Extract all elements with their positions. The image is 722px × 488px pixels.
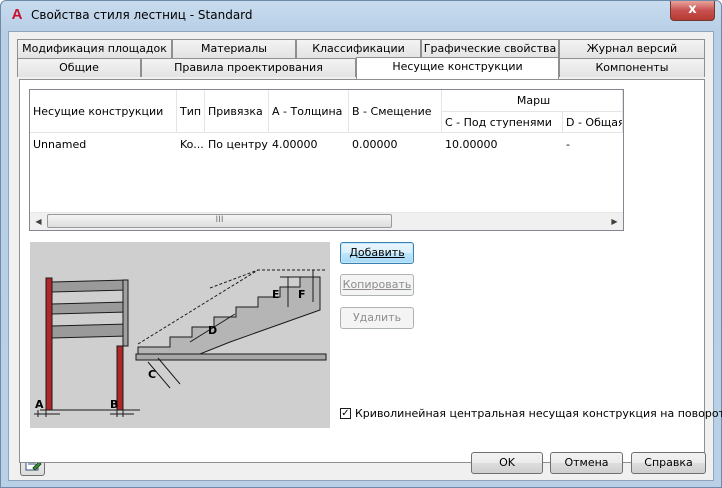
tab-graphic-properties[interactable]: Графические свойства: [421, 39, 559, 58]
tab-version-history[interactable]: Журнал версий: [559, 39, 705, 58]
column-header-thickness[interactable]: A - Толщина: [269, 90, 349, 133]
column-header-under-treads[interactable]: C - Под ступенями: [442, 112, 563, 133]
diagram-label-e: E: [272, 288, 280, 301]
dialog-window: A Свойства стиля лестниц - Standard x Мо…: [0, 0, 722, 488]
scroll-grip: III: [215, 215, 224, 225]
delete-button[interactable]: Удалить: [340, 307, 414, 329]
cell-justification[interactable]: По центру: [205, 138, 269, 151]
horizontal-scrollbar[interactable]: ◀ III ▶: [30, 212, 623, 230]
cell-total[interactable]: -: [563, 138, 623, 151]
scroll-thumb[interactable]: III: [47, 214, 392, 228]
stringers-grid[interactable]: Несущие конструкции Тип Привязка A - Тол…: [29, 89, 624, 231]
cell-under-treads[interactable]: 10.00000: [442, 138, 563, 151]
copy-button-label: Копировать: [342, 278, 412, 291]
cell-thickness[interactable]: 4.00000: [269, 138, 349, 151]
tab-classifications[interactable]: Классификации: [296, 39, 421, 58]
column-header-stringers[interactable]: Несущие конструкции: [30, 90, 177, 133]
cell-type[interactable]: Ko...: [177, 138, 205, 151]
diagram-label-d: D: [208, 324, 217, 337]
curved-stringer-option[interactable]: ✓ Криволинейная центральная несущая конс…: [340, 407, 722, 420]
column-header-total[interactable]: D - Общая: [563, 112, 623, 133]
column-group-header-flight: Марш: [442, 90, 623, 112]
diagram-label-c: C: [148, 368, 156, 381]
window-title: Свойства стиля лестниц - Standard: [31, 8, 253, 22]
diagram-label-a: A: [35, 398, 44, 411]
diagram-label-f: F: [298, 288, 306, 301]
scroll-left-icon[interactable]: ◀: [30, 213, 47, 230]
column-header-justification[interactable]: Привязка: [205, 90, 269, 133]
cell-name[interactable]: Unnamed: [30, 138, 177, 151]
curved-stringer-checkbox[interactable]: ✓: [340, 408, 351, 419]
column-header-type[interactable]: Тип: [177, 90, 205, 133]
add-button-label: Добавить: [349, 246, 405, 259]
tab-general[interactable]: Общие: [17, 58, 141, 77]
dialog-client-area: Модификация площадок Материалы Классифик…: [8, 31, 722, 481]
stringer-diagram-svg: A B C D E F: [34, 269, 327, 417]
diagram-label-b: B: [110, 398, 118, 411]
column-header-offset[interactable]: B - Смещение: [349, 90, 442, 133]
tab-design-rules[interactable]: Правила проектирования: [141, 58, 356, 77]
close-icon: x: [688, 2, 697, 17]
help-button[interactable]: Справка: [631, 452, 706, 474]
stringer-diagram: A B C D E F: [30, 242, 330, 428]
close-button[interactable]: x: [670, 1, 715, 21]
tab-components[interactable]: Компоненты: [559, 58, 705, 77]
tab-site-modification[interactable]: Модификация площадок: [17, 39, 172, 58]
cancel-button[interactable]: Отмена: [550, 452, 623, 474]
curved-stringer-label: Криволинейная центральная несущая констр…: [355, 407, 722, 420]
add-button[interactable]: Добавить: [340, 242, 414, 264]
scroll-right-icon[interactable]: ▶: [606, 213, 623, 230]
copy-button[interactable]: Копировать: [340, 274, 414, 296]
title-bar[interactable]: A Свойства стиля лестниц - Standard x: [1, 1, 721, 31]
autocad-app-icon: A: [11, 6, 23, 23]
ok-button[interactable]: OK: [471, 452, 543, 474]
tab-materials[interactable]: Материалы: [172, 39, 296, 58]
delete-button-label: Удалить: [352, 311, 402, 324]
tab-stringers[interactable]: Несущие конструкции: [356, 57, 559, 79]
cell-offset[interactable]: 0.00000: [349, 138, 442, 151]
